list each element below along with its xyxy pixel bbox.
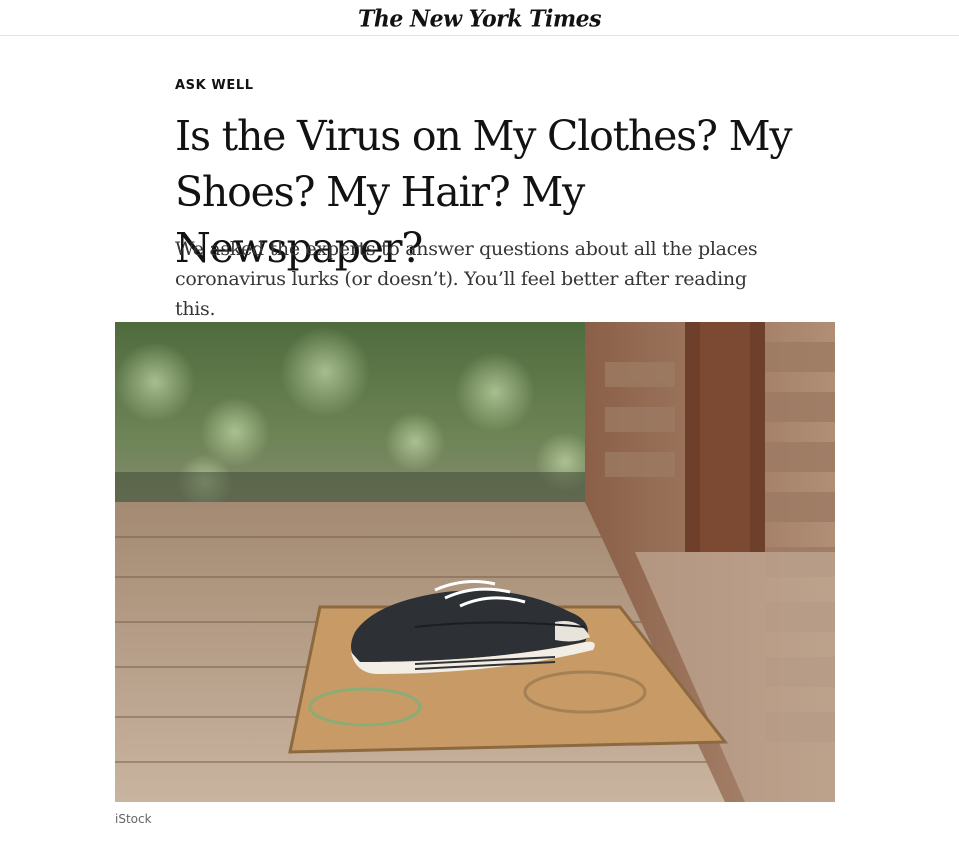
image-credit: iStock <box>115 812 152 826</box>
masthead: The New York Times <box>0 0 959 36</box>
section-kicker[interactable]: ASK WELL <box>175 78 254 93</box>
lead-image <box>115 322 835 802</box>
article-summary: We asked the experts to answer questions… <box>175 238 758 320</box>
article-page: The New York Times ASK WELL Is the Virus… <box>0 0 959 841</box>
nyt-logo[interactable]: The New York Times <box>358 5 602 32</box>
